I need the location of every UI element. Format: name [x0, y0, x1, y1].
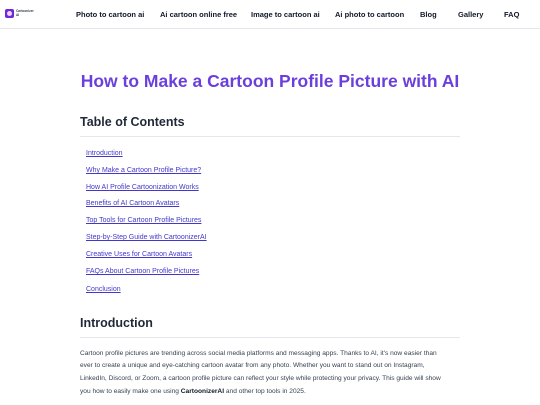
toc-link-step-by-step[interactable]: Step-by-Step Guide with CartoonizerAI — [86, 233, 207, 242]
logo-icon — [5, 9, 14, 18]
toc-link-top-tools[interactable]: Top Tools for Cartoon Profile Pictures — [86, 216, 201, 225]
page-title: How to Make a Cartoon Profile Picture wi… — [80, 71, 460, 91]
nav-link-faq[interactable]: FAQ — [504, 10, 519, 19]
intro-paragraph-line: LinkedIn, Discord, or Zoom, a cartoon pr… — [80, 375, 441, 382]
intro-paragraph-line: ever to create a unique and eye-catching… — [80, 362, 425, 369]
toc-link-conclusion[interactable]: Conclusion — [86, 285, 121, 294]
nav-link-gallery[interactable]: Gallery — [458, 10, 483, 19]
toc-link-why-cartoon-profile[interactable]: Why Make a Cartoon Profile Picture? — [86, 166, 201, 175]
toc-link-how-it-works[interactable]: How AI Profile Cartoonization Works — [86, 183, 199, 192]
introduction-heading: Introduction — [80, 316, 153, 330]
brand-name: CartoonizerAI — [180, 388, 225, 395]
toc-link-introduction[interactable]: Introduction — [86, 149, 123, 158]
divider — [80, 337, 460, 338]
intro-text: you how to easily make one using — [80, 388, 181, 395]
nav-link-ai-photo-to-cartoon[interactable]: Ai photo to cartoon — [335, 10, 404, 19]
intro-paragraph-line: you how to easily make one using Cartoon… — [80, 388, 306, 396]
nav-link-photo-to-cartoon-ai[interactable]: Photo to cartoon ai — [76, 10, 144, 19]
intro-paragraph-line: Cartoon profile pictures are trending ac… — [80, 350, 437, 357]
toc-link-benefits[interactable]: Benefits of AI Cartoon Avatars — [86, 199, 179, 208]
nav-link-ai-cartoon-online-free[interactable]: Ai cartoon online free — [160, 10, 237, 19]
intro-text: and other top tools in 2025. — [224, 388, 306, 395]
toc-link-creative-uses[interactable]: Creative Uses for Cartoon Avatars — [86, 250, 192, 259]
nav-link-blog[interactable]: Blog — [420, 10, 437, 19]
nav-link-image-to-cartoon-ai[interactable]: Image to cartoon ai — [251, 10, 320, 19]
top-navbar: Cartoonizer AI Photo to cartoon ai Ai ca… — [0, 0, 540, 29]
toc-heading: Table of Contents — [80, 115, 185, 129]
logo-text: Cartoonizer AI — [16, 8, 34, 17]
toc-link-faqs[interactable]: FAQs About Cartoon Profile Pictures — [86, 267, 199, 276]
divider — [80, 136, 460, 137]
logo[interactable]: Cartoonizer AI — [5, 9, 36, 18]
